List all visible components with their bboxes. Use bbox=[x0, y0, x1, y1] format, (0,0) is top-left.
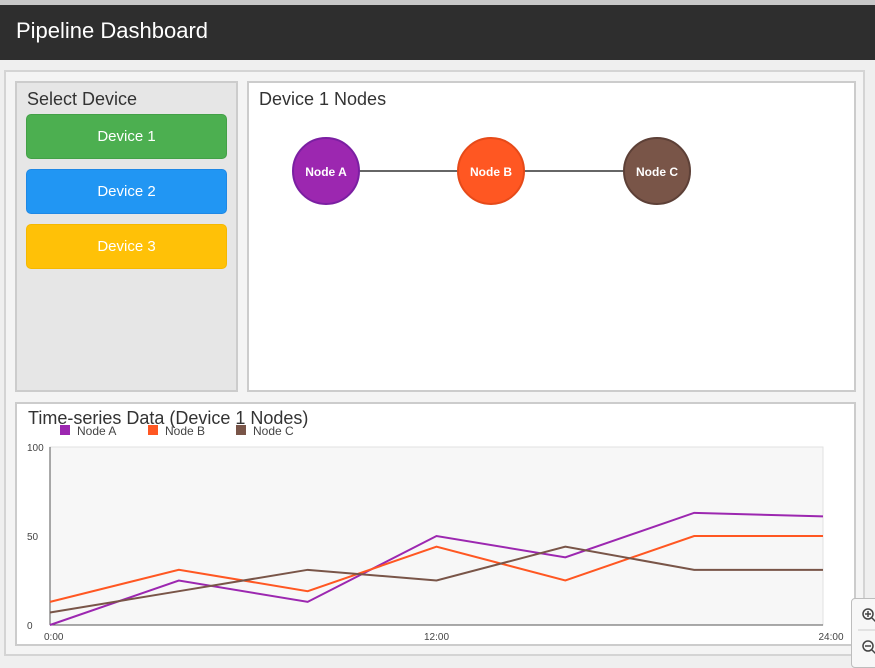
legend-swatch-1 bbox=[60, 425, 70, 435]
node-b[interactable]: Node B bbox=[458, 138, 524, 204]
y-tick-label: 50 bbox=[27, 532, 39, 543]
zoom-controls bbox=[851, 598, 875, 668]
legend-label-1: Node A bbox=[77, 424, 116, 438]
device-2-button[interactable]: Device 2 bbox=[26, 169, 227, 214]
device-3-button[interactable]: Device 3 bbox=[26, 224, 227, 269]
legend-label-3: Node C bbox=[253, 424, 294, 438]
nodes-panel: Device 1 Nodes Node A Node B Node C bbox=[247, 81, 856, 392]
app-header: Pipeline Dashboard bbox=[0, 5, 875, 60]
legend-label-2: Node B bbox=[165, 424, 205, 438]
y-tick-label: 100 bbox=[27, 443, 44, 454]
x-tick-label: 12:00 bbox=[424, 632, 449, 643]
node-a-label: Node A bbox=[305, 165, 347, 179]
device-1-label: Device 1 bbox=[97, 128, 155, 145]
chart-panel: Time-series Data (Device 1 Nodes) 050100… bbox=[15, 402, 856, 646]
node-c[interactable]: Node C bbox=[624, 138, 690, 204]
page-title: Pipeline Dashboard bbox=[16, 18, 208, 44]
legend-swatch-3 bbox=[236, 425, 246, 435]
node-b-label: Node B bbox=[470, 165, 512, 179]
device-3-label: Device 3 bbox=[97, 238, 155, 255]
node-c-label: Node C bbox=[636, 165, 678, 179]
x-tick-label: 0:00 bbox=[44, 632, 64, 643]
device-2-label: Device 2 bbox=[97, 183, 155, 200]
device-sidebar: Select Device Device 1 Device 2 Device 3 bbox=[15, 81, 238, 392]
x-tick-label: 24:00 bbox=[818, 632, 843, 643]
time-series-chart: 0 50 100 0:00 12:00 24:00 Node A Node B Node C bbox=[17, 404, 854, 644]
node-graph: Node A Node B Node C bbox=[249, 83, 854, 390]
zoom-out-icon[interactable] bbox=[863, 641, 875, 654]
zoom-in-icon[interactable] bbox=[863, 609, 875, 622]
device-1-button[interactable]: Device 1 bbox=[26, 114, 227, 159]
legend-swatch-2 bbox=[148, 425, 158, 435]
node-a[interactable]: Node A bbox=[293, 138, 359, 204]
y-tick-label: 0 bbox=[27, 621, 33, 632]
sidebar-title: Select Device bbox=[27, 89, 137, 110]
